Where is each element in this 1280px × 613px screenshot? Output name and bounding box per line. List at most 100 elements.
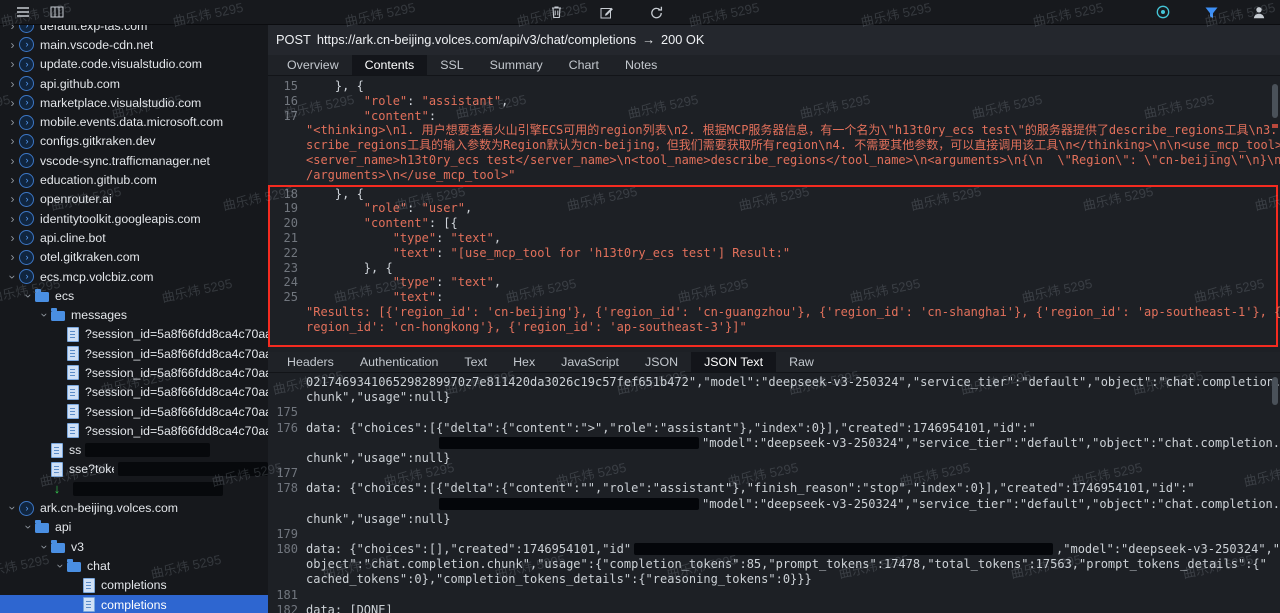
sidebar-item-openrouter-ai[interactable]: ›openrouter.ai: [0, 190, 268, 209]
sidebar-item-completions[interactable]: ›completions: [0, 595, 268, 613]
code-line: 21 "type": "text",: [270, 231, 1276, 246]
chevron-right-icon[interactable]: ›: [6, 24, 19, 33]
sidebar-item-ecs-mcp-volcbiz-com[interactable]: ›ecs.mcp.volcbiz.com: [0, 267, 268, 286]
request-body-editor[interactable]: 15 }, {16 "role": "assistant",17 "conten…: [268, 76, 1280, 352]
chevron-down-icon[interactable]: ›: [22, 521, 36, 534]
user-icon[interactable]: [1248, 1, 1270, 23]
edit-icon[interactable]: [595, 1, 617, 23]
line-number: 181: [270, 588, 306, 603]
sidebar-item-api-github-com[interactable]: ›api.github.com: [0, 74, 268, 93]
sidebar-item-identitytoolkit-googleapis-com[interactable]: ›identitytoolkit.googleapis.com: [0, 209, 268, 228]
scrollbar-thumb[interactable]: [1272, 377, 1278, 405]
tab-contents[interactable]: Contents: [352, 55, 428, 75]
chevron-down-icon[interactable]: ›: [6, 502, 20, 515]
sidebar-item--session-id-5a8f66fdd8ca4c70aa2[interactable]: ›?session_id=5a8f66fdd8ca4c70aa2: [0, 383, 268, 402]
chevron-right-icon[interactable]: ›: [6, 96, 19, 110]
subtab-json-text[interactable]: JSON Text: [691, 352, 776, 372]
scrollbar-thumb[interactable]: [1272, 84, 1278, 118]
sidebar-item-ss[interactable]: ›ss: [0, 441, 268, 460]
tab-overview[interactable]: Overview: [274, 55, 352, 75]
sidebar-item-education-github-com[interactable]: › education.github.com: [0, 170, 268, 189]
chevron-right-icon[interactable]: ›: [6, 57, 19, 71]
code-line: <server_name>h13t0ry_ecs test</server_na…: [268, 153, 1280, 168]
chevron-right-icon[interactable]: ›: [6, 115, 19, 129]
table-icon[interactable]: [46, 1, 68, 23]
sidebar-item-sse-token-[interactable]: ›sse?token=: [0, 460, 268, 479]
sidebar-item-vscode-sync-trafficmanager-net[interactable]: › vscode-sync.trafficmanager.net: [0, 151, 268, 170]
tab-summary[interactable]: Summary: [477, 55, 556, 75]
sidebar-item-v3[interactable]: ›v3: [0, 537, 268, 556]
line-number: [270, 390, 306, 405]
line-number: 177: [270, 466, 306, 481]
refresh-icon[interactable]: [645, 1, 667, 23]
chevron-right-icon[interactable]: ›: [6, 231, 19, 245]
subtab-headers[interactable]: Headers: [274, 352, 347, 372]
sidebar-item-api[interactable]: ›api: [0, 518, 268, 537]
chevron-down-icon[interactable]: ›: [38, 540, 52, 553]
redaction: [439, 437, 699, 449]
tab-ssl[interactable]: SSL: [427, 55, 476, 75]
chevron-down-icon[interactable]: ›: [54, 559, 68, 572]
sidebar-item-redacted[interactable]: ›: [0, 479, 268, 498]
chevron-right-icon[interactable]: ›: [6, 173, 19, 187]
sidebar-item-completions[interactable]: ›completions: [0, 576, 268, 595]
menu-icon[interactable]: [12, 1, 34, 23]
folder-icon: [67, 562, 81, 572]
sidebar-item-update-code-visualstudio-com[interactable]: › update.code.visualstudio.com: [0, 55, 268, 74]
sidebar-item-default-exp-tas-com[interactable]: ›default.exp-tas.com: [0, 24, 268, 35]
line-number: 18: [270, 187, 306, 202]
sidebar-item--session-id-5a8f66fdd8ca4c70aa2[interactable]: ›?session_id=5a8f66fdd8ca4c70aa2: [0, 363, 268, 382]
sidebar-item-ecs[interactable]: ›ecs: [0, 286, 268, 305]
response-body-editor[interactable]: 0217469341065298289970z7e811420da3026c19…: [268, 373, 1280, 613]
trash-icon[interactable]: [545, 1, 567, 23]
sidebar-item-mobile-events-data-microsoft-com[interactable]: ›mobile.events.data.microsoft.com: [0, 112, 268, 131]
subtab-javascript[interactable]: JavaScript: [548, 352, 632, 372]
chevron-right-icon[interactable]: ›: [6, 38, 19, 52]
sidebar-item-main-vscode-cdn-net[interactable]: ›main.vscode-cdn.net: [0, 35, 268, 54]
sidebar-item--session-id-5a8f66fdd8ca4c70aa2[interactable]: ›?session_id=5a8f66fdd8ca4c70aa2: [0, 325, 268, 344]
code-line: scribe_regions工具的输入参数为Region默认为cn-beijin…: [268, 138, 1280, 153]
sidebar-item--session-id-5a8f66fdd8ca4c70aa2[interactable]: ›?session_id=5a8f66fdd8ca4c70aa2: [0, 402, 268, 421]
subtab-text[interactable]: Text: [451, 352, 500, 372]
sidebar-item-ark-cn-beijing-volces-com[interactable]: ›ark.cn-beijing.volces.com: [0, 498, 268, 517]
tab-chart[interactable]: Chart: [556, 55, 612, 75]
tab-notes[interactable]: Notes: [612, 55, 670, 75]
chevron-down-icon[interactable]: ›: [6, 270, 20, 283]
chevron-right-icon[interactable]: ›: [6, 212, 19, 226]
subtab-hex[interactable]: Hex: [500, 352, 548, 372]
code-line: 23 }, {: [270, 261, 1276, 276]
sidebar-item-configs-gitkraken-dev[interactable]: ›configs.gitkraken.dev: [0, 132, 268, 151]
filter-icon[interactable]: [1200, 1, 1222, 23]
sidebar-item-label: vscode-sync.trafficmanager.net: [40, 154, 210, 168]
subtab-authentication[interactable]: Authentication: [347, 352, 452, 372]
code-line: 25 "text":: [270, 290, 1276, 305]
globe-icon: [19, 57, 34, 72]
chevron-down-icon[interactable]: ›: [22, 289, 36, 302]
chevron-down-icon[interactable]: ›: [38, 309, 52, 322]
chevron-right-icon[interactable]: ›: [6, 250, 19, 264]
code-line: chunk","usage":null}: [268, 512, 1280, 527]
sidebar-item-api-cline-bot[interactable]: ›api.cline.bot: [0, 228, 268, 247]
chevron-right-icon[interactable]: ›: [6, 154, 19, 168]
sidebar-item-marketplace-visualstudio-com[interactable]: ›marketplace.visualstudio.com: [0, 93, 268, 112]
sidebar-item-chat[interactable]: ›chat: [0, 556, 268, 575]
sidebar-item-label: update.code.visualstudio.com: [40, 57, 202, 71]
record-icon[interactable]: [1152, 1, 1174, 23]
sidebar-item--session-id-5a8f66fdd8ca4c70aa2[interactable]: ›?session_id=5a8f66fdd8ca4c70aa2: [0, 344, 268, 363]
sidebar-item-label: ?session_id=5a8f66fdd8ca4c70aa2: [85, 347, 268, 361]
line-number: 21: [270, 231, 306, 246]
line-number: 15: [270, 79, 306, 94]
file-icon: [67, 327, 79, 342]
subtab-raw[interactable]: Raw: [776, 352, 827, 372]
toolbar-left-group: [0, 1, 68, 23]
toolbar-middle-group: [545, 1, 667, 23]
subtab-json[interactable]: JSON: [632, 352, 691, 372]
sidebar-item-messages[interactable]: ›messages: [0, 305, 268, 324]
sidebar-item--session-id-5a8f66fdd8ca4c70aa2[interactable]: ›?session_id=5a8f66fdd8ca4c70aa2: [0, 421, 268, 440]
redaction: [634, 543, 1053, 555]
chevron-right-icon[interactable]: ›: [6, 77, 19, 91]
chevron-right-icon[interactable]: ›: [6, 192, 19, 206]
sidebar-item-otel-gitkraken-com[interactable]: ›otel.gitkraken.com: [0, 248, 268, 267]
chevron-right-icon[interactable]: ›: [6, 134, 19, 148]
sidebar-item-label: education.github.com: [40, 173, 157, 187]
